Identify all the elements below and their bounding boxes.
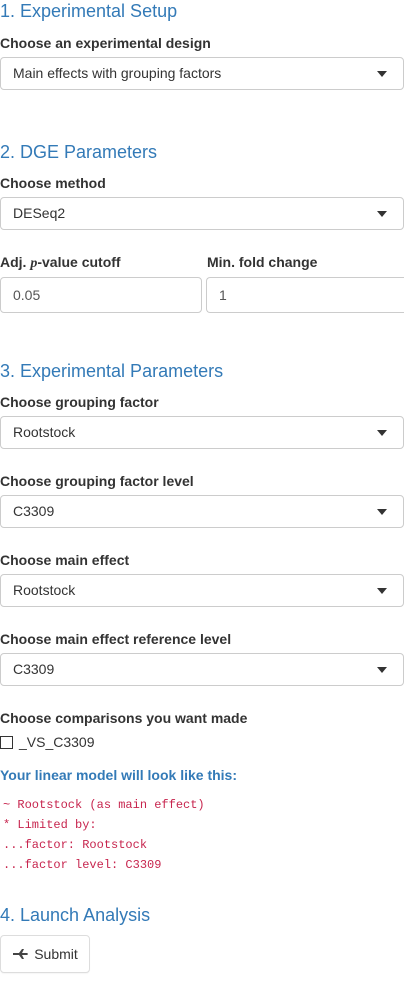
section-title-params: 3. Experimental Parameters — [0, 361, 224, 381]
grouping-level-label: Choose grouping factor level — [0, 473, 194, 489]
comparisons-label: Choose comparisons you want made — [0, 710, 248, 726]
pvalue-label: Adj. p-value cutoff — [0, 253, 121, 273]
method-label: Choose method — [0, 175, 106, 191]
model-line: * Limited by: — [3, 818, 97, 832]
pvalue-label-suffix: -value cutoff — [37, 254, 121, 270]
chevron-down-icon — [377, 667, 387, 673]
comparison-option[interactable]: _VS_C3309 — [0, 733, 95, 751]
chevron-down-icon — [377, 588, 387, 594]
main-effect-ref-select[interactable]: C3309 — [0, 653, 404, 686]
model-line: ...factor: Rootstock — [3, 838, 148, 852]
submit-button[interactable]: Submit — [0, 935, 90, 973]
submit-label: Submit — [34, 946, 78, 962]
foldchange-input[interactable]: 1 — [206, 277, 404, 313]
chevron-down-icon — [377, 509, 387, 515]
section-title-launch: 4. Launch Analysis — [0, 905, 151, 925]
model-line: ~ Rootstock (as main effect) — [3, 798, 205, 812]
settings-panel: 1. Experimental Setup Choose an experime… — [0, 0, 404, 982]
main-effect-label: Choose main effect — [0, 552, 130, 568]
design-select[interactable]: Main effects with grouping factors — [0, 57, 404, 90]
method-select-value: DESeq2 — [13, 205, 66, 221]
design-label: Choose an experimental design — [0, 35, 211, 51]
grouping-factor-select[interactable]: Rootstock — [0, 416, 404, 449]
comparison-option-label: _VS_C3309 — [19, 734, 95, 750]
chevron-down-icon — [377, 71, 387, 77]
pvalue-input[interactable]: 0.05 — [0, 277, 202, 313]
main-effect-ref-label: Choose main effect reference level — [0, 631, 232, 647]
model-line: ...factor level: C3309 — [3, 858, 162, 872]
grouping-factor-label: Choose grouping factor — [0, 394, 159, 410]
main-effect-select[interactable]: Rootstock — [0, 574, 404, 607]
grouping-factor-value: Rootstock — [13, 424, 76, 440]
grouping-level-select[interactable]: C3309 — [0, 495, 404, 528]
pvalue-label-prefix: Adj. — [0, 254, 31, 270]
design-select-value: Main effects with grouping factors — [13, 65, 222, 81]
grouping-level-value: C3309 — [13, 503, 55, 519]
main-effect-ref-value: C3309 — [13, 661, 55, 677]
method-select[interactable]: DESeq2 — [0, 197, 404, 230]
section-title-dge: 2. DGE Parameters — [0, 142, 158, 162]
main-effect-value: Rootstock — [13, 582, 76, 598]
paper-plane-icon — [13, 949, 29, 959]
model-heading: Your linear model will look like this: — [0, 767, 238, 783]
foldchange-label: Min. fold change — [207, 254, 318, 270]
section-title-setup: 1. Experimental Setup — [0, 1, 178, 21]
chevron-down-icon — [377, 211, 387, 217]
comparison-checkbox[interactable] — [0, 735, 13, 749]
chevron-down-icon — [377, 430, 387, 436]
